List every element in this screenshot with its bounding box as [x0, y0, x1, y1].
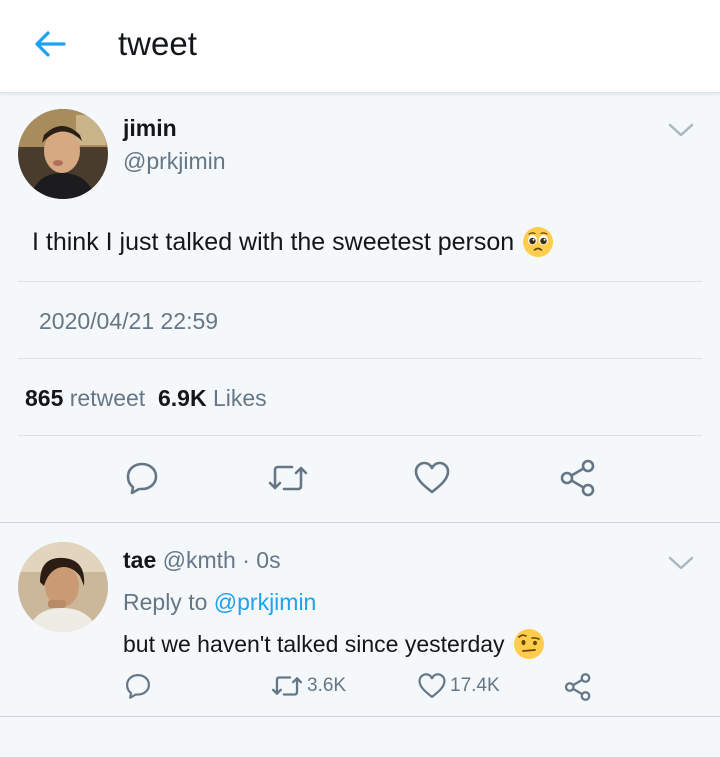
top-bar: tweet [0, 0, 720, 93]
retweet-icon [268, 465, 308, 491]
reply-to-mention[interactable]: @prkjimin [214, 589, 317, 615]
divider [0, 522, 720, 523]
avatar[interactable] [18, 542, 108, 632]
pleading-face-emoji [523, 227, 554, 257]
reply-button[interactable] [124, 460, 160, 501]
divider [18, 281, 702, 282]
reply-reply-button[interactable] [124, 672, 152, 700]
reply-text: but we haven't talked since yesterday [123, 630, 505, 657]
retweet-button[interactable] [266, 460, 310, 501]
reply-share-button[interactable] [563, 672, 593, 702]
retweet-count[interactable]: 865 [25, 385, 63, 411]
divider [18, 358, 702, 359]
author-handle[interactable]: @prkjimin [123, 148, 226, 175]
like-label[interactable]: Likes [213, 385, 267, 411]
reply-icon [126, 462, 158, 495]
reply-retweet-count: 3.6K [307, 675, 347, 696]
reply-author-name[interactable]: tae [123, 547, 156, 573]
heart-icon [414, 461, 450, 494]
chevron-down-icon[interactable] [667, 553, 695, 573]
retweet-icon [271, 676, 303, 696]
tweet-text: I think I just talked with the sweetest … [32, 227, 515, 256]
share-button[interactable] [558, 458, 598, 503]
arrow-left-icon [35, 31, 66, 57]
reply-icon [126, 674, 150, 699]
avatar[interactable] [18, 109, 108, 199]
face-with-raised-eyebrow-emoji [513, 629, 544, 659]
back-button[interactable] [30, 24, 70, 64]
page-title: tweet [118, 25, 197, 62]
heart-icon [418, 673, 446, 698]
chevron-down-icon[interactable] [667, 120, 695, 140]
reply-to-line: Reply to @prkjimin [123, 589, 316, 616]
separator-dot: · [242, 547, 250, 573]
share-icon [560, 459, 595, 497]
share-icon [564, 673, 591, 701]
divider [18, 435, 702, 436]
reply-like-button[interactable]: 17.4K [417, 672, 500, 700]
reply-author-handle[interactable]: @kmth [163, 547, 236, 573]
reply-header: tae @kmth · 0s [123, 547, 281, 574]
reply-like-count: 17.4K [450, 675, 500, 696]
tweet-timestamp: 2020/04/21 22:59 [39, 308, 219, 334]
reply-text-row: but we haven't talked since yesterday [123, 628, 545, 660]
author-name[interactable]: jimin [123, 115, 177, 142]
reply-time: 0s [256, 547, 281, 573]
divider [0, 716, 720, 717]
reply-retweet-button[interactable]: 3.6K [270, 672, 346, 700]
retweet-label[interactable]: retweet [70, 385, 145, 411]
like-button[interactable] [413, 460, 451, 501]
like-count[interactable]: 6.9K [158, 385, 207, 411]
reply-to-label: Reply to [123, 589, 208, 615]
tweet-text-row: I think I just talked with the sweetest … [32, 226, 554, 258]
tweet-stats: 865 retweet 6.9K Likes [25, 385, 267, 412]
